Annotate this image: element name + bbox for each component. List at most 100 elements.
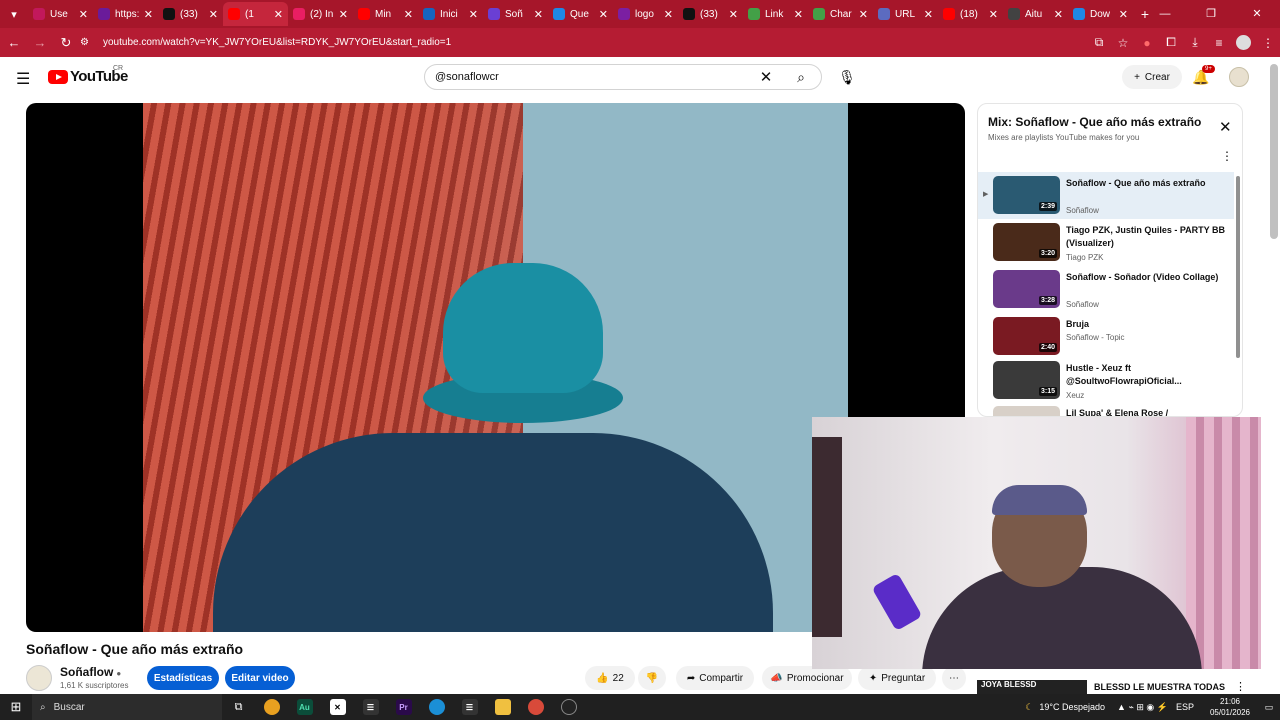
browser-tab[interactable]: (18) ✕ bbox=[938, 2, 1003, 26]
language-indicator[interactable]: ESP bbox=[1176, 702, 1194, 712]
chrome-icon[interactable] bbox=[255, 694, 288, 720]
playlist-thumbnail[interactable]: 3:28 bbox=[993, 270, 1060, 308]
playlist-item[interactable]: 3:28 Soñaflow - Soñador (Video Collage) So… bbox=[978, 266, 1234, 313]
browser-tab[interactable]: Aitu ✕ bbox=[1003, 2, 1068, 26]
chrome-icon-2[interactable] bbox=[519, 694, 552, 720]
close-tab-icon[interactable]: ✕ bbox=[794, 8, 803, 21]
browser-tab[interactable]: (33) ✕ bbox=[678, 2, 743, 26]
close-tab-icon[interactable]: ✕ bbox=[989, 8, 998, 21]
playlist-item[interactable]: ▶ 2:39 Soñaflow - Que año más extraño Soñaf… bbox=[978, 172, 1234, 219]
close-tab-icon[interactable]: ✕ bbox=[599, 8, 608, 21]
account-avatar[interactable] bbox=[1229, 67, 1249, 87]
playlist-item[interactable]: 3:15 Hustle - Xeuz ft @SoultwoFlowrapiOfi… bbox=[978, 357, 1234, 404]
search-input[interactable] bbox=[435, 71, 751, 83]
dislike-button[interactable]: 👎 bbox=[638, 666, 666, 690]
browser-tab[interactable]: Inici ✕ bbox=[418, 2, 483, 26]
profile-avatar[interactable] bbox=[1236, 35, 1251, 50]
browser-tab[interactable]: https: ✕ bbox=[93, 2, 158, 26]
close-tab-icon[interactable]: ✕ bbox=[924, 8, 933, 21]
menu-icon[interactable]: ☰ bbox=[16, 69, 30, 89]
close-window-icon[interactable]: ✕ bbox=[1234, 0, 1280, 28]
clear-search-icon[interactable]: ✕ bbox=[751, 68, 781, 86]
browser-tab[interactable]: logo ✕ bbox=[613, 2, 678, 26]
browser-tab[interactable]: Soñ ✕ bbox=[483, 2, 548, 26]
premiere-icon[interactable]: Pr bbox=[387, 694, 420, 720]
page-scrollbar[interactable] bbox=[1270, 64, 1278, 239]
close-tab-icon[interactable]: ✕ bbox=[144, 8, 153, 21]
close-icon[interactable]: ✕ bbox=[1219, 118, 1232, 136]
edge-icon[interactable] bbox=[420, 694, 453, 720]
browser-tab[interactable]: Link ✕ bbox=[743, 2, 808, 26]
more-actions-button[interactable]: ⋯ bbox=[942, 666, 966, 690]
capcut-icon[interactable]: ✕ bbox=[321, 694, 354, 720]
ask-button[interactable]: ✦ Preguntar bbox=[858, 666, 936, 690]
playlist-item[interactable]: 2:40 Bruja Soñaflow - Topic bbox=[978, 313, 1234, 360]
close-tab-icon[interactable]: ✕ bbox=[664, 8, 673, 21]
playlist-thumbnail[interactable]: 2:39 bbox=[993, 176, 1060, 214]
tray-icons[interactable]: ▲ ⌁ ⊞ ◉ ⚡ bbox=[1117, 702, 1168, 713]
browser-menu-icon[interactable]: ⋮ bbox=[1256, 36, 1280, 50]
browser-tab[interactable]: Use ✕ bbox=[28, 2, 93, 26]
more-vertical-icon[interactable]: ⋮ bbox=[1221, 149, 1233, 163]
close-tab-icon[interactable]: ✕ bbox=[469, 8, 478, 21]
task-view-icon[interactable]: ⧉ bbox=[222, 694, 255, 720]
tab-search-icon[interactable]: ▾ bbox=[0, 0, 28, 28]
media-icon[interactable]: ≡ bbox=[1207, 36, 1231, 50]
close-tab-icon[interactable]: ✕ bbox=[1119, 8, 1128, 21]
close-tab-icon[interactable]: ✕ bbox=[729, 8, 738, 21]
playlist-thumbnail[interactable]: 2:40 bbox=[993, 317, 1060, 355]
browser-tab[interactable]: (1 ✕ bbox=[223, 2, 288, 26]
create-button[interactable]: + Crear bbox=[1122, 65, 1182, 89]
more-vertical-icon[interactable]: ⋮ bbox=[1235, 680, 1246, 693]
close-tab-icon[interactable]: ✕ bbox=[209, 8, 218, 21]
browser-tab[interactable]: Min ✕ bbox=[353, 2, 418, 26]
url-field[interactable]: ⚙ youtube.com/watch?v=YK_JW7YOrEU&list=R… bbox=[80, 32, 1120, 53]
playlist-thumbnail[interactable]: 3:20 bbox=[993, 223, 1060, 261]
stats-button[interactable]: Estadísticas bbox=[147, 666, 219, 690]
forward-icon[interactable]: → bbox=[28, 35, 52, 50]
extension-red-icon[interactable]: ● bbox=[1135, 36, 1159, 50]
browser-tab[interactable]: Que ✕ bbox=[548, 2, 613, 26]
browser-tab[interactable]: URL ✕ bbox=[873, 2, 938, 26]
obs-icon[interactable] bbox=[552, 694, 585, 720]
minimize-icon[interactable]: — bbox=[1142, 0, 1188, 28]
browser-tab[interactable]: (33) ✕ bbox=[158, 2, 223, 26]
like-button[interactable]: 👍 22 bbox=[585, 666, 635, 690]
app-icon-2[interactable]: ☰ bbox=[453, 694, 486, 720]
windows-start-icon[interactable]: ⊞ bbox=[0, 699, 32, 715]
taskbar-search[interactable]: ⌕ Buscar bbox=[32, 694, 222, 720]
recommendation-row[interactable]: JOYA BLESSD BLESSD LE MUESTRA TODAS ⋮ bbox=[977, 680, 1267, 694]
playlist-thumbnail[interactable]: 3:15 bbox=[993, 361, 1060, 399]
weather-text[interactable]: 19°C Despejado bbox=[1039, 702, 1105, 712]
channel-name[interactable]: Soñaflow ● bbox=[60, 665, 121, 679]
notification-center-icon[interactable]: ▭ bbox=[1258, 702, 1280, 713]
channel-avatar[interactable] bbox=[26, 665, 52, 691]
audition-icon[interactable]: Au bbox=[288, 694, 321, 720]
edit-video-button[interactable]: Editar video bbox=[225, 666, 295, 690]
close-tab-icon[interactable]: ✕ bbox=[274, 8, 283, 21]
search-icon[interactable]: ⌕ bbox=[781, 69, 821, 86]
close-tab-icon[interactable]: ✕ bbox=[79, 8, 88, 21]
bookmark-star-icon[interactable]: ☆ bbox=[1111, 36, 1135, 50]
reload-icon[interactable]: ↻ bbox=[54, 35, 78, 51]
maximize-icon[interactable]: ❐ bbox=[1188, 0, 1234, 28]
clock[interactable]: 21:06 05/01/2026 bbox=[1202, 696, 1258, 718]
close-tab-icon[interactable]: ✕ bbox=[1054, 8, 1063, 21]
browser-tab[interactable]: Char ✕ bbox=[808, 2, 873, 26]
share-button[interactable]: ➦ Compartir bbox=[676, 666, 754, 690]
playlist-item[interactable]: 3:20 Tiago PZK, Justin Quiles - PARTY BB … bbox=[978, 219, 1234, 266]
app-icon[interactable]: ☰ bbox=[354, 694, 387, 720]
cast-icon[interactable]: ⧉ bbox=[1087, 35, 1111, 50]
close-tab-icon[interactable]: ✕ bbox=[534, 8, 543, 21]
back-icon[interactable]: ← bbox=[2, 35, 26, 50]
close-tab-icon[interactable]: ✕ bbox=[339, 8, 348, 21]
download-icon[interactable]: ⤓ bbox=[1183, 35, 1207, 50]
file-explorer-icon[interactable] bbox=[486, 694, 519, 720]
site-info-icon[interactable]: ⚙ bbox=[80, 37, 94, 48]
microphone-icon[interactable]: 🎙 bbox=[835, 64, 859, 90]
close-tab-icon[interactable]: ✕ bbox=[404, 8, 413, 21]
close-tab-icon[interactable]: ✕ bbox=[859, 8, 868, 21]
playlist-scrollbar[interactable] bbox=[1236, 176, 1240, 358]
extensions-icon[interactable]: ⧠ bbox=[1159, 35, 1183, 50]
promote-button[interactable]: 📣 Promocionar bbox=[762, 666, 852, 690]
